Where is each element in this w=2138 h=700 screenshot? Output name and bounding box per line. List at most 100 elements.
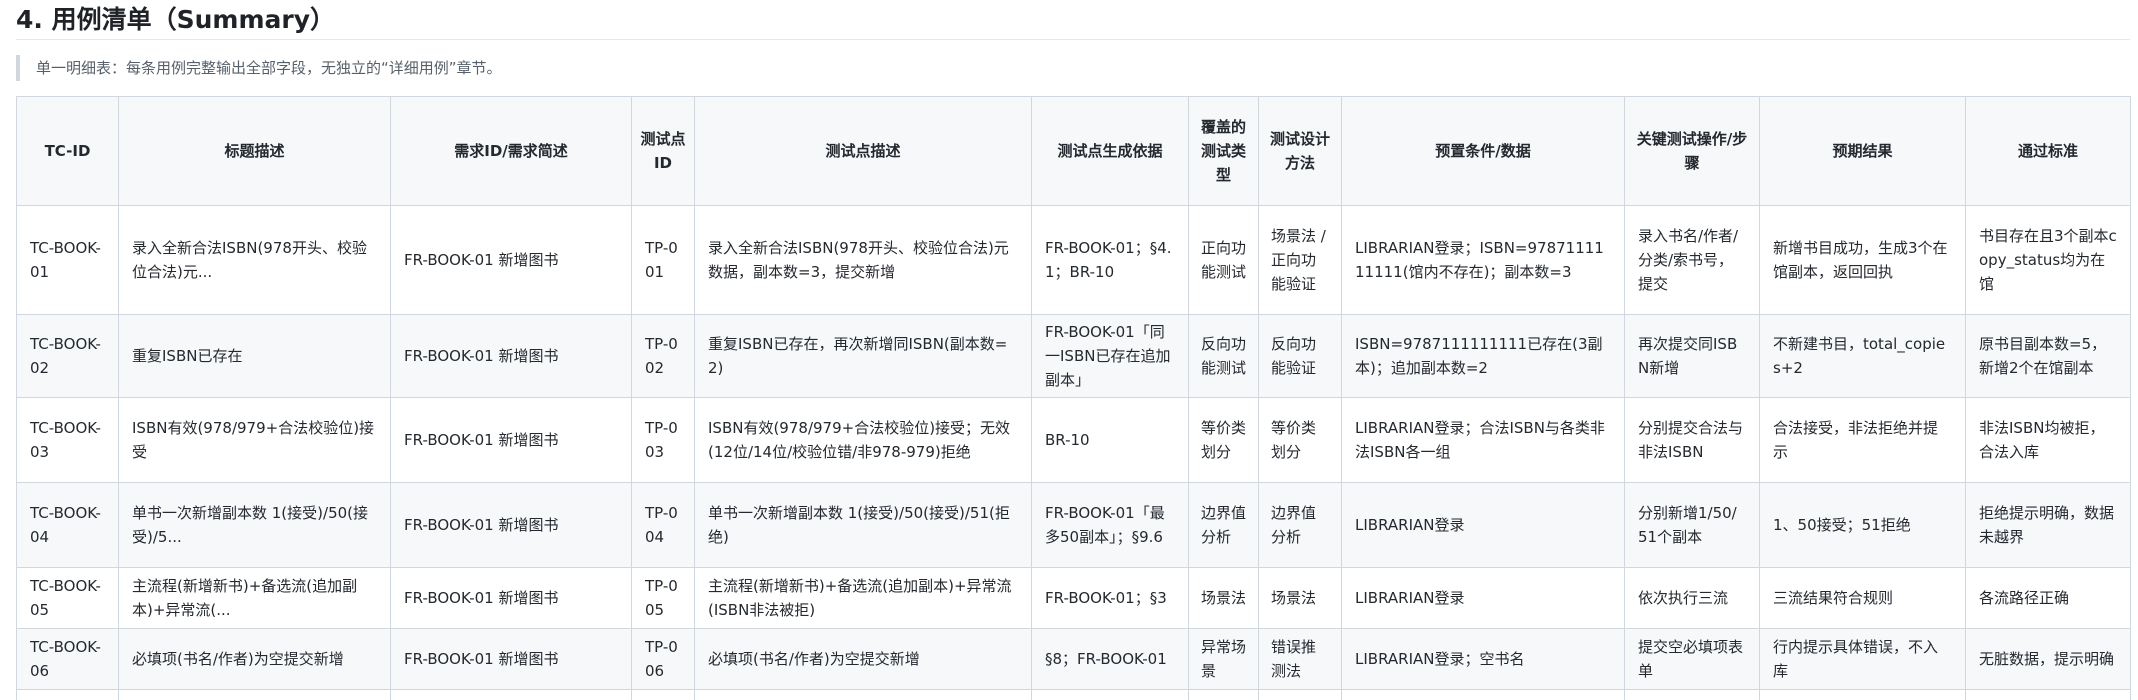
cell-tc-id: TC-BOOK-05 bbox=[16, 567, 119, 629]
column-header-steps: 关键测试操作/步骤 bbox=[1624, 96, 1760, 206]
cell-title: 必填项(书名/作者)为空提交新增 bbox=[118, 628, 391, 690]
cell-steps: 再次提交同ISBN新增 bbox=[1624, 314, 1760, 398]
page: 4. 用例清单（Summary） 单一明细表：每条用例完整输出全部字段，无独立的… bbox=[0, 0, 2138, 700]
cell-tp-id: TP-005 bbox=[631, 567, 695, 629]
cell-design-method: 场景法 / 正向功能验证 bbox=[1258, 205, 1342, 315]
cell-tp-id bbox=[631, 689, 695, 700]
cell-expected: 三流结果符合规则 bbox=[1759, 567, 1966, 629]
summary-table: TC-ID 标题描述 需求ID/需求简述 测试点ID 测试点描述 测试点生成依据… bbox=[16, 96, 2131, 700]
cell-tp-description: 录入全新合法ISBN(978开头、校验位合法)元数据，副本数=3，提交新增 bbox=[694, 205, 1032, 315]
column-header-requirement: 需求ID/需求简述 bbox=[390, 96, 632, 206]
cell-steps: 录入书名/作者/分类/索书号，提交 bbox=[1624, 205, 1760, 315]
column-header-tp-description: 测试点描述 bbox=[694, 96, 1032, 206]
cell-test-type: 场景法 bbox=[1188, 567, 1259, 629]
cell-title: 单书一次新增副本数 1(接受)/50(接受)/5... bbox=[118, 482, 391, 568]
cell-design-method: 错误推测法 bbox=[1258, 628, 1342, 690]
cell-tp-id: TP-002 bbox=[631, 314, 695, 398]
cell-expected: 合法接受，非法拒绝并提示 bbox=[1759, 397, 1966, 483]
blockquote-note: 单一明细表：每条用例完整输出全部字段，无独立的“详细用例”章节。 bbox=[16, 55, 502, 81]
cell-test-type: 正向功能测试 bbox=[1188, 205, 1259, 315]
cell-preconditions: ISBN=9787111111111已存在(3副本)；追加副本数=2 bbox=[1341, 314, 1625, 398]
table-row: TC-BOOK-01 录入全新合法ISBN(978开头、校验位合法)元... F… bbox=[16, 205, 2131, 315]
cell-requirement: FR-BOOK-01 新增图书 bbox=[390, 397, 632, 483]
column-header-basis: 测试点生成依据 bbox=[1031, 96, 1189, 206]
cell-preconditions: LIBRARIAN登录 bbox=[1341, 567, 1625, 629]
table-row: TC-BOOK-06 必填项(书名/作者)为空提交新增 FR-BOOK-01 新… bbox=[16, 628, 2131, 690]
column-header-pass-criteria: 通过标准 bbox=[1965, 96, 2131, 206]
cell-steps bbox=[1624, 689, 1760, 700]
cell-expected: 新增书目成功，生成3个在馆副本，返回回执 bbox=[1759, 205, 1966, 315]
cell-requirement: FR-BOOK-01 新增图书 bbox=[390, 314, 632, 398]
cell-design-method bbox=[1258, 689, 1342, 700]
cell-tp-description: 主流程(新增新书)+备选流(追加副本)+异常流(ISBN非法被拒) bbox=[694, 567, 1032, 629]
section-heading: 4. 用例清单（Summary） bbox=[16, 5, 335, 34]
cell-tp-description: 重复ISBN已存在，再次新增同ISBN(副本数=2) bbox=[694, 314, 1032, 398]
column-header-expected: 预期结果 bbox=[1759, 96, 1966, 206]
cell-test-type: 反向功能测试 bbox=[1188, 314, 1259, 398]
cell-tp-description: ISBN有效(978/979+合法校验位)接受；无效(12位/14位/校验位错/… bbox=[694, 397, 1032, 483]
column-header-tp-id: 测试点ID bbox=[631, 96, 695, 206]
cell-steps: 分别提交合法与非法ISBN bbox=[1624, 397, 1760, 483]
cell-preconditions: LIBRARIAN登录；ISBN=9787111111111(馆内不存在)；副本… bbox=[1341, 205, 1625, 315]
cell-test-type: 异常场景 bbox=[1188, 628, 1259, 690]
cell-tp-id: TP-003 bbox=[631, 397, 695, 483]
cell-expected: 不新建书目，total_copies+2 bbox=[1759, 314, 1966, 398]
cell-title bbox=[118, 689, 391, 700]
cell-tp-id: TP-004 bbox=[631, 482, 695, 568]
cell-tc-id: TC-BOOK-03 bbox=[16, 397, 119, 483]
cell-basis: FR-BOOK-01「最多50副本」；§9.6 bbox=[1031, 482, 1189, 568]
cell-requirement: FR-BOOK-01 新增图书 bbox=[390, 567, 632, 629]
cell-pass-criteria: 非法ISBN均被拒，合法入库 bbox=[1965, 397, 2131, 483]
cell-title: 主流程(新增新书)+备选流(追加副本)+异常流(... bbox=[118, 567, 391, 629]
table-header-row: TC-ID 标题描述 需求ID/需求简述 测试点ID 测试点描述 测试点生成依据… bbox=[16, 96, 2131, 206]
cell-expected bbox=[1759, 689, 1966, 700]
summary-table-container: TC-ID 标题描述 需求ID/需求简述 测试点ID 测试点描述 测试点生成依据… bbox=[16, 96, 2131, 700]
cell-tc-id: TC-BOOK-06 bbox=[16, 628, 119, 690]
cell-pass-criteria: 各流路径正确 bbox=[1965, 567, 2131, 629]
table-row bbox=[16, 689, 2131, 700]
column-header-design-method: 测试设计方法 bbox=[1258, 96, 1342, 206]
cell-title: 重复ISBN已存在 bbox=[118, 314, 391, 398]
cell-preconditions: LIBRARIAN登录；合法ISBN与各类非法ISBN各一组 bbox=[1341, 397, 1625, 483]
cell-pass-criteria: 拒绝提示明确，数据未越界 bbox=[1965, 482, 2131, 568]
cell-tp-description: 单书一次新增副本数 1(接受)/50(接受)/51(拒绝) bbox=[694, 482, 1032, 568]
cell-test-type: 边界值分析 bbox=[1188, 482, 1259, 568]
cell-tc-id: TC-BOOK-04 bbox=[16, 482, 119, 568]
cell-test-type: 等价类划分 bbox=[1188, 397, 1259, 483]
cell-design-method: 反向功能验证 bbox=[1258, 314, 1342, 398]
cell-preconditions bbox=[1341, 689, 1625, 700]
cell-requirement: FR-BOOK-01 新增图书 bbox=[390, 482, 632, 568]
column-header-preconditions: 预置条件/数据 bbox=[1341, 96, 1625, 206]
table-row: TC-BOOK-04 单书一次新增副本数 1(接受)/50(接受)/5... F… bbox=[16, 482, 2131, 568]
cell-basis bbox=[1031, 689, 1189, 700]
column-header-title: 标题描述 bbox=[118, 96, 391, 206]
cell-pass-criteria: 书目存在且3个副本copy_status均为在馆 bbox=[1965, 205, 2131, 315]
cell-tc-id: TC-BOOK-01 bbox=[16, 205, 119, 315]
cell-tp-description: 必填项(书名/作者)为空提交新增 bbox=[694, 628, 1032, 690]
cell-expected: 行内提示具体错误，不入库 bbox=[1759, 628, 1966, 690]
heading-divider bbox=[16, 39, 2130, 40]
cell-tp-id: TP-006 bbox=[631, 628, 695, 690]
column-header-tc-id: TC-ID bbox=[16, 96, 119, 206]
cell-expected: 1、50接受；51拒绝 bbox=[1759, 482, 1966, 568]
cell-pass-criteria: 原书目副本数=5，新增2个在馆副本 bbox=[1965, 314, 2131, 398]
cell-basis: §8；FR-BOOK-01 bbox=[1031, 628, 1189, 690]
cell-design-method: 边界值分析 bbox=[1258, 482, 1342, 568]
cell-tc-id bbox=[16, 689, 119, 700]
cell-basis: FR-BOOK-01；§3 bbox=[1031, 567, 1189, 629]
cell-preconditions: LIBRARIAN登录 bbox=[1341, 482, 1625, 568]
cell-steps: 依次执行三流 bbox=[1624, 567, 1760, 629]
table-row: TC-BOOK-02 重复ISBN已存在 FR-BOOK-01 新增图书 TP-… bbox=[16, 314, 2131, 398]
cell-test-type bbox=[1188, 689, 1259, 700]
cell-steps: 提交空必填项表单 bbox=[1624, 628, 1760, 690]
table-row: TC-BOOK-05 主流程(新增新书)+备选流(追加副本)+异常流(... F… bbox=[16, 567, 2131, 629]
cell-preconditions: LIBRARIAN登录；空书名 bbox=[1341, 628, 1625, 690]
cell-title: 录入全新合法ISBN(978开头、校验位合法)元... bbox=[118, 205, 391, 315]
cell-tp-description bbox=[694, 689, 1032, 700]
cell-requirement: FR-BOOK-01 新增图书 bbox=[390, 628, 632, 690]
table-row: TC-BOOK-03 ISBN有效(978/979+合法校验位)接受 FR-BO… bbox=[16, 397, 2131, 483]
cell-title: ISBN有效(978/979+合法校验位)接受 bbox=[118, 397, 391, 483]
cell-basis: FR-BOOK-01；§4.1；BR-10 bbox=[1031, 205, 1189, 315]
cell-basis: FR-BOOK-01「同一ISBN已存在追加副本」 bbox=[1031, 314, 1189, 398]
cell-basis: BR-10 bbox=[1031, 397, 1189, 483]
